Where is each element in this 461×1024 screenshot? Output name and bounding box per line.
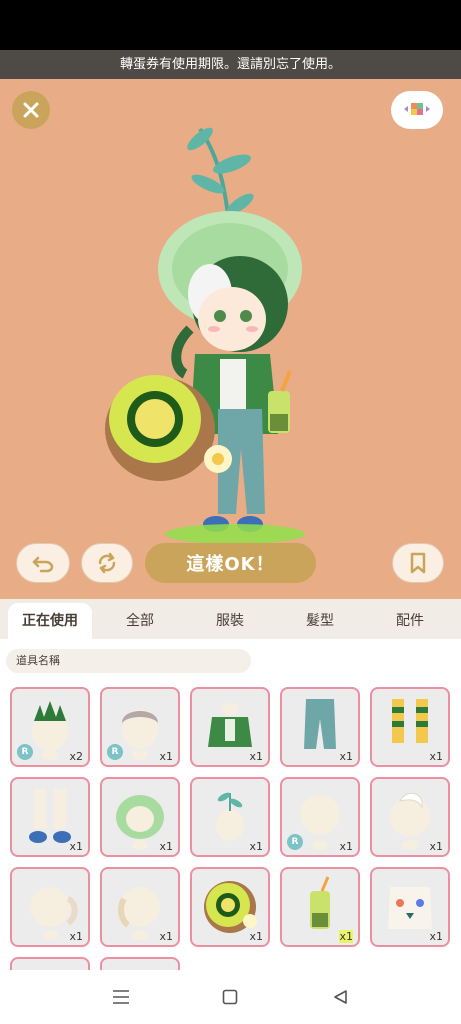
menu-button[interactable] xyxy=(108,984,134,1010)
item-quantity: x1 xyxy=(159,840,173,853)
home-button[interactable] xyxy=(217,984,243,1010)
item-ponytail-hair[interactable]: x1 xyxy=(10,867,90,947)
shuffle-icon xyxy=(98,552,116,574)
close-icon xyxy=(23,102,39,118)
item-base-hair[interactable]: R x1 xyxy=(280,777,360,857)
item-sprout-accessory[interactable]: x1 xyxy=(190,777,270,857)
close-button[interactable] xyxy=(12,91,50,129)
item-partial[interactable] xyxy=(100,957,180,970)
tab-clothing[interactable]: 服裝 xyxy=(190,603,270,639)
item-curly-hair[interactable]: x1 xyxy=(100,867,180,947)
item-spiky-hair[interactable]: R x2 xyxy=(10,687,90,767)
rarity-badge: R xyxy=(17,744,33,760)
rarity-badge: R xyxy=(287,834,303,850)
item-partial[interactable] xyxy=(10,957,90,970)
item-quantity: x1 xyxy=(159,930,173,943)
color-palette-button[interactable] xyxy=(391,91,443,129)
item-quantity: x1 xyxy=(339,840,353,853)
item-quantity: x1 xyxy=(249,840,263,853)
tab-all[interactable]: 全部 xyxy=(100,603,180,639)
item-sneakers[interactable]: x1 xyxy=(10,777,90,857)
tab-accessories[interactable]: 配件 xyxy=(370,603,450,639)
status-bar xyxy=(0,0,461,50)
item-quantity: x1 xyxy=(159,750,173,763)
notice-banner: 轉蛋券有使用期限。還請別忘了使用。 xyxy=(0,50,461,79)
bookmark-icon xyxy=(410,552,426,574)
item-quantity: x1 xyxy=(249,930,263,943)
tab-hairstyle[interactable]: 髮型 xyxy=(280,603,360,639)
back-icon xyxy=(334,990,347,1004)
avatar-figure xyxy=(105,127,305,544)
item-panel: 道具名稱 R x2 R x1 x1 x1 x1 x1 x1 x1 R x1 x1… xyxy=(0,639,461,970)
menu-icon xyxy=(113,990,129,1004)
item-bubble-tea[interactable]: x1 xyxy=(280,867,360,947)
undo-button[interactable] xyxy=(16,543,70,583)
confirm-ok-button[interactable]: 這樣OK！ xyxy=(145,543,316,583)
item-name-search[interactable]: 道具名稱 xyxy=(6,649,251,673)
item-blue-jeans[interactable]: x1 xyxy=(280,687,360,767)
undo-icon xyxy=(32,556,54,573)
color-palette-icon xyxy=(404,103,430,115)
item-quantity: x1 xyxy=(339,930,353,943)
item-quantity: x1 xyxy=(339,750,353,763)
item-quantity: x2 xyxy=(69,750,83,763)
item-short-hair[interactable]: R x1 xyxy=(100,687,180,767)
item-quantity: x1 xyxy=(429,840,443,853)
item-quantity: x1 xyxy=(69,930,83,943)
item-quantity: x1 xyxy=(429,930,443,943)
rarity-badge: R xyxy=(107,744,123,760)
bookmark-button[interactable] xyxy=(392,543,444,583)
item-quantity: x1 xyxy=(69,840,83,853)
category-tabs: 正在使用 全部 服裝 髮型 配件 xyxy=(0,599,461,639)
item-flower-collar[interactable]: x1 xyxy=(370,867,450,947)
shuffle-button[interactable] xyxy=(81,543,133,583)
back-button[interactable] xyxy=(327,984,353,1010)
item-kiwi-bag[interactable]: x1 xyxy=(190,867,270,947)
item-white-hair[interactable]: x1 xyxy=(370,777,450,857)
item-green-top[interactable]: x1 xyxy=(190,687,270,767)
item-cabbage-hat[interactable]: x1 xyxy=(100,777,180,857)
item-striped-socks[interactable]: x1 xyxy=(370,687,450,767)
home-icon xyxy=(222,989,238,1005)
avatar-stage: 這樣OK！ xyxy=(0,79,461,599)
system-navbar xyxy=(0,970,461,1024)
item-quantity: x1 xyxy=(429,750,443,763)
item-quantity: x1 xyxy=(249,750,263,763)
tab-in-use[interactable]: 正在使用 xyxy=(8,603,92,639)
